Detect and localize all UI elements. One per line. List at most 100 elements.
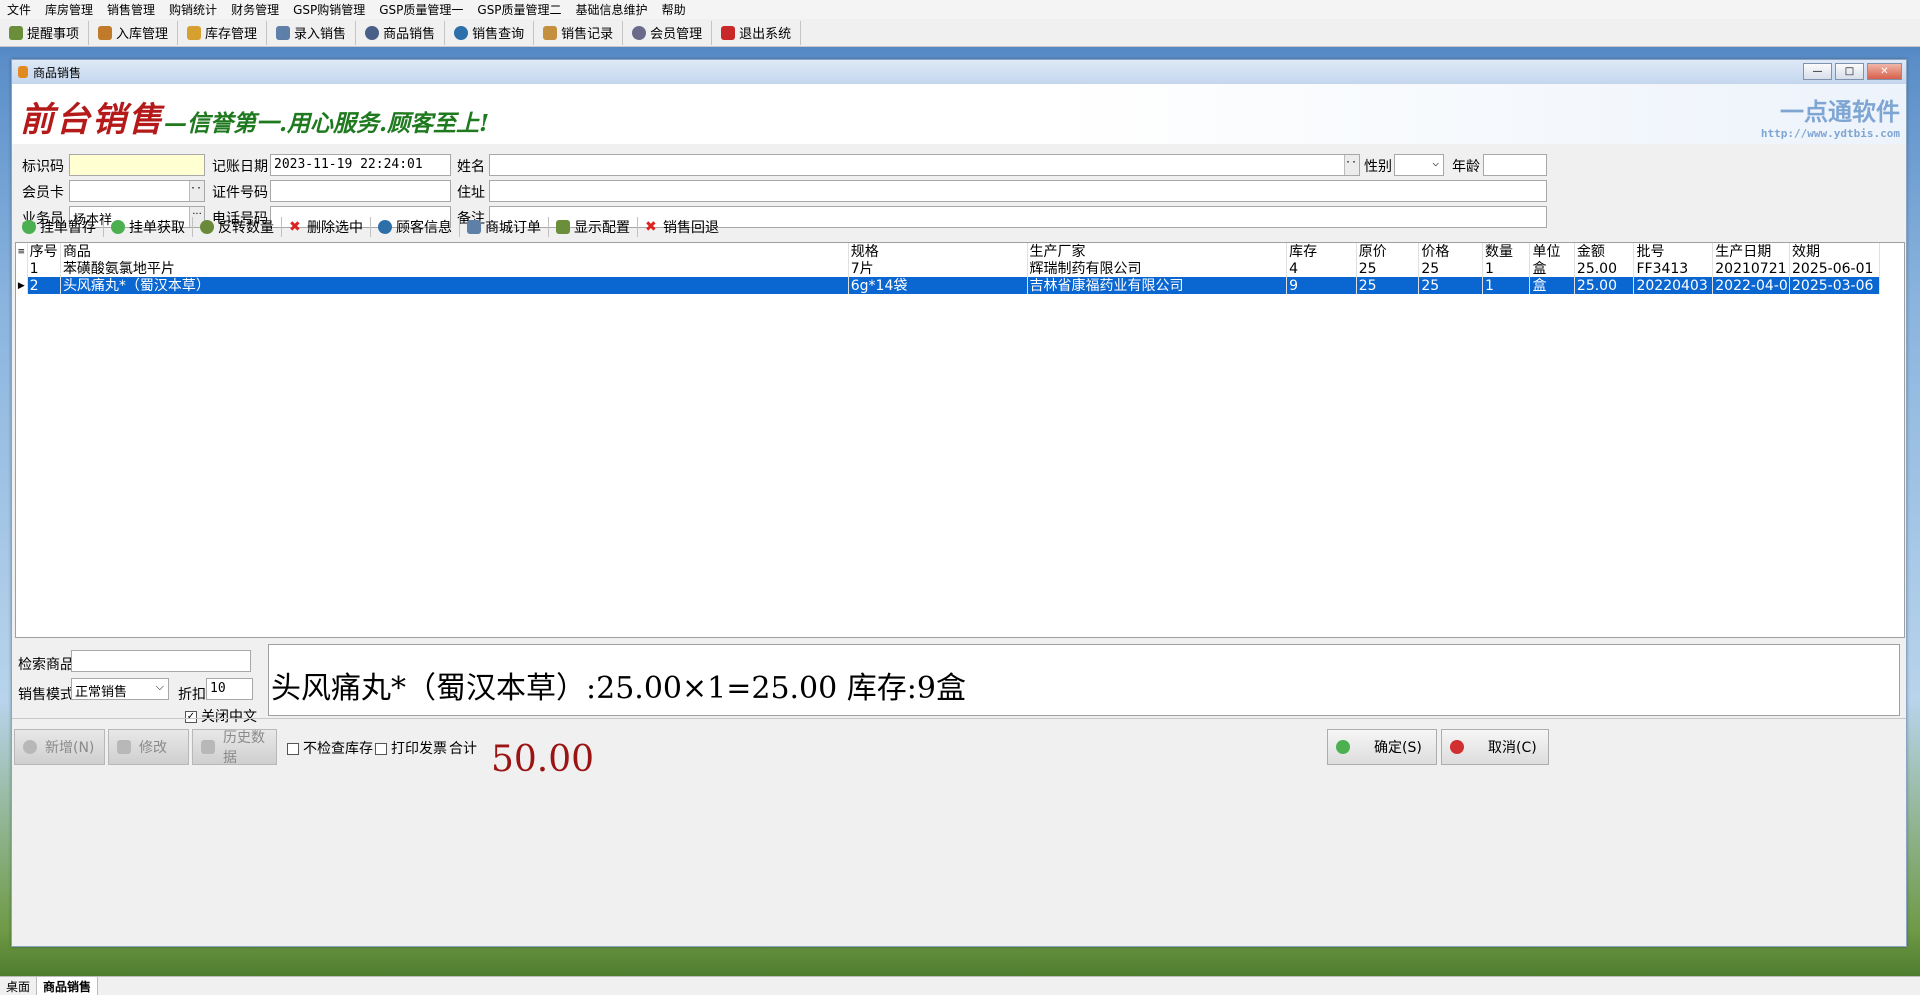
col-header-batch[interactable]: 批号 <box>1633 243 1714 260</box>
sales-mode-select[interactable]: 正常销售 ⌵ <box>71 678 169 700</box>
history-label: 历史数据 <box>223 730 265 766</box>
cell[interactable]: 7片 <box>848 260 1028 277</box>
hold-order-button[interactable]: 挂单暂存 <box>15 217 104 237</box>
close-button[interactable]: ✕ <box>1867 63 1902 80</box>
row-header-corner: ≡ <box>16 243 28 260</box>
col-header-spec[interactable]: 规格 <box>848 243 1028 260</box>
display-config-button[interactable]: 显示配置 <box>549 217 638 237</box>
tab-desktop[interactable]: 桌面 <box>0 977 38 995</box>
cell[interactable]: 1 <box>1482 277 1531 294</box>
col-header-amount[interactable]: 金额 <box>1574 243 1635 260</box>
cell[interactable]: 1 <box>1482 260 1531 277</box>
menu-gsp-quality-1[interactable]: GSP质量管理一 <box>372 1 470 18</box>
cell[interactable]: 20210721 <box>1712 260 1791 277</box>
menu-file[interactable]: 文件 <box>0 1 38 18</box>
inventory-icon <box>187 25 202 40</box>
sales-return-button[interactable]: ✖ 销售回退 <box>638 217 726 237</box>
col-header-unit[interactable]: 单位 <box>1529 243 1575 260</box>
delete-selected-button[interactable]: ✖ 删除选中 <box>282 217 371 237</box>
menu-gsp-quality-2[interactable]: GSP质量管理二 <box>470 1 568 18</box>
cell[interactable]: 25 <box>1356 277 1420 294</box>
toolbar-stock-in[interactable]: 入库管理 <box>89 20 179 45</box>
table-row-selected[interactable]: ▶ 2 头风痛丸*（蜀汉本草） 6g*14袋 吉林省康福药业有限公司 9 25 … <box>16 277 1880 294</box>
cell[interactable]: 25 <box>1356 260 1420 277</box>
cell[interactable]: 6g*14袋 <box>848 277 1028 294</box>
card-lookup-button[interactable]: ··· <box>189 181 204 201</box>
menu-help[interactable]: 帮助 <box>655 1 693 18</box>
toolbar-inventory[interactable]: 库存管理 <box>178 20 268 45</box>
cell[interactable]: 25 <box>1418 260 1483 277</box>
cell[interactable]: 25 <box>1418 277 1483 294</box>
toolbar-reminders[interactable]: 提醒事项 <box>0 20 90 45</box>
col-header-product[interactable]: 商品 <box>60 243 849 260</box>
age-input[interactable] <box>1483 154 1547 176</box>
col-header-price[interactable]: 价格 <box>1418 243 1483 260</box>
fetch-order-button[interactable]: 挂单获取 <box>104 217 193 237</box>
cell[interactable]: 9 <box>1286 277 1357 294</box>
minimize-button[interactable]: — <box>1803 63 1832 80</box>
cell[interactable]: 20220403 <box>1633 277 1714 294</box>
discount-input[interactable]: 10 <box>206 678 253 700</box>
maximize-button[interactable]: □ <box>1835 63 1864 80</box>
menu-sales[interactable]: 销售管理 <box>100 1 162 18</box>
cell[interactable]: 头风痛丸*（蜀汉本草） <box>60 277 849 294</box>
cell[interactable]: 25.00 <box>1574 260 1635 277</box>
table-row[interactable]: 1 苯磺酸氨氯地平片 7片 辉瑞制药有限公司 4 25 25 1 盒 25.00… <box>16 260 1880 277</box>
address-input[interactable] <box>489 180 1547 202</box>
customer-info-button[interactable]: 顾客信息 <box>371 217 460 237</box>
menu-warehouse[interactable]: 库房管理 <box>38 1 100 18</box>
cell[interactable]: 2025-03-06 <box>1789 277 1880 294</box>
cert-input[interactable] <box>270 180 451 202</box>
items-grid[interactable]: ≡ 序号 商品 规格 生产厂家 库存 原价 价格 数量 单位 金额 批号 生产日… <box>15 242 1905 638</box>
name-input[interactable]: ··· <box>489 154 1360 176</box>
cell[interactable]: 苯磺酸氨氯地平片 <box>60 260 849 277</box>
cell[interactable]: 盒 <box>1529 260 1575 277</box>
toolbar-product-sales[interactable]: 商品销售 <box>356 20 446 45</box>
toolbar-members[interactable]: 会员管理 <box>623 20 713 45</box>
toolbar-exit[interactable]: 退出系统 <box>712 20 802 45</box>
col-header-original-price[interactable]: 原价 <box>1356 243 1420 260</box>
cell[interactable]: 盒 <box>1529 277 1575 294</box>
cell[interactable]: 2 <box>27 277 61 294</box>
tab-product-sales[interactable]: 商品销售 <box>37 977 99 995</box>
gender-select[interactable]: ⌵ <box>1394 154 1444 176</box>
window-titlebar: 商品销售 — □ ✕ <box>12 60 1906 84</box>
new-button[interactable]: 新增(N) <box>14 729 105 765</box>
date-input[interactable]: 2023-11-19 22:24:01 <box>270 154 451 176</box>
print-invoice-checkbox[interactable]: 打印发票 <box>375 738 447 758</box>
confirm-button[interactable]: 确定(S) <box>1327 729 1437 765</box>
history-button[interactable]: 历史数据 <box>192 729 277 766</box>
menu-basic-info[interactable]: 基础信息维护 <box>569 1 655 18</box>
toolbar-sales-records[interactable]: 销售记录 <box>534 20 624 45</box>
cell[interactable]: 4 <box>1286 260 1357 277</box>
menu-stats[interactable]: 购销统计 <box>162 1 224 18</box>
id-input[interactable] <box>69 154 205 176</box>
cell[interactable]: 1 <box>27 260 61 277</box>
no-check-stock-checkbox[interactable]: 不检查库存 <box>287 738 373 758</box>
toolbar-sales-query[interactable]: 销售查询 <box>445 20 535 45</box>
toolbar-enter-sales[interactable]: 录入销售 <box>267 20 357 45</box>
col-header-quantity[interactable]: 数量 <box>1482 243 1531 260</box>
cell[interactable]: 2025-06-01 <box>1789 260 1880 277</box>
menu-finance[interactable]: 财务管理 <box>224 1 286 18</box>
col-header-manufacturer[interactable]: 生产厂家 <box>1027 243 1288 260</box>
mall-order-button[interactable]: 商城订单 <box>460 217 549 237</box>
cell[interactable]: 吉林省康福药业有限公司 <box>1027 277 1288 294</box>
toolbar-label: 入库管理 <box>116 27 169 42</box>
menu-gsp-trade[interactable]: GSP购销管理 <box>286 1 372 18</box>
cancel-button[interactable]: 取消(C) <box>1441 729 1549 765</box>
edit-button[interactable]: 修改 <box>108 729 189 765</box>
cell[interactable]: 辉瑞制药有限公司 <box>1027 260 1288 277</box>
card-input[interactable]: ··· <box>69 180 205 202</box>
name-lookup-button[interactable]: ··· <box>1344 155 1359 175</box>
reverse-qty-button[interactable]: 反转数量 <box>193 217 282 237</box>
col-header-production-date[interactable]: 生产日期 <box>1712 243 1791 260</box>
col-header-expiry[interactable]: 效期 <box>1789 243 1880 260</box>
col-header-stock[interactable]: 库存 <box>1286 243 1357 260</box>
cell[interactable]: 2022-04-0 <box>1712 277 1791 294</box>
discount-label: 折扣 <box>178 687 206 703</box>
cell[interactable]: 25.00 <box>1574 277 1635 294</box>
cell[interactable]: FF3413 <box>1633 260 1714 277</box>
product-search-input[interactable] <box>71 650 251 672</box>
col-header-index[interactable]: 序号 <box>27 243 61 260</box>
